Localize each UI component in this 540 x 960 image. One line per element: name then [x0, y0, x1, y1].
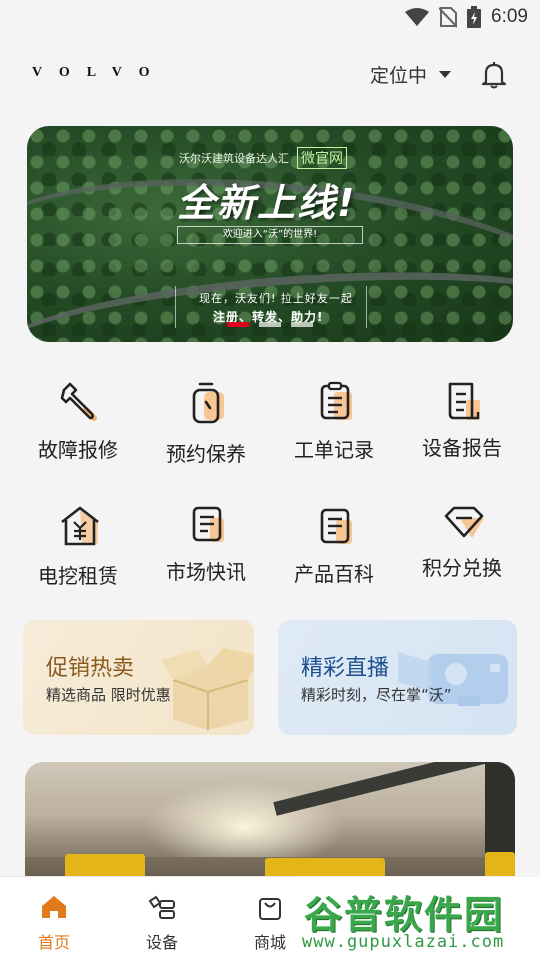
- menu-item-points[interactable]: 积分兑换: [398, 496, 526, 606]
- home-icon: [42, 896, 66, 918]
- book-icon: [320, 508, 352, 544]
- promo-banner[interactable]: 沃尔沃建筑设备达人汇 微官网 全新上线! 欢迎进入“沃”的世界! 现在，沃友们!…: [27, 126, 513, 342]
- no-sim-icon: [439, 7, 458, 28]
- watermark-url: www.gupuxlazai.com: [302, 932, 505, 952]
- live-subtitle: 精彩时刻，尽在掌“沃”: [301, 686, 452, 704]
- report-icon: [448, 382, 480, 420]
- stopwatch-icon: [192, 382, 224, 424]
- clock: 6:09: [491, 6, 528, 27]
- shopping-bag-icon: [259, 898, 281, 920]
- chevron-down-icon: [439, 71, 452, 78]
- diamond-icon: [444, 506, 484, 538]
- location-label: 定位中: [370, 65, 428, 87]
- carousel-indicator: [227, 322, 313, 327]
- rental-house-icon: [61, 506, 99, 546]
- carousel-dot[interactable]: [291, 322, 313, 327]
- carousel-dot[interactable]: [227, 322, 249, 327]
- promo-sale-card[interactable]: 促销热卖 精选商品 限时优惠: [23, 620, 254, 735]
- tab-equipment[interactable]: 设备: [108, 877, 216, 960]
- watermark-title: 谷普软件园: [304, 893, 505, 937]
- video-camera-icon: [398, 652, 508, 706]
- news-icon: [192, 506, 224, 542]
- tab-label: 首页: [37, 933, 70, 952]
- menu-item-report[interactable]: 设备报告: [398, 372, 526, 482]
- menu-label: 设备报告: [422, 436, 502, 460]
- menu-label: 电挖租赁: [38, 564, 118, 588]
- menu-label: 产品百科: [294, 562, 374, 586]
- wrench-icon: [60, 382, 97, 421]
- banner-line1: 现在，沃友们! 拉上好友一起: [199, 292, 353, 305]
- status-bar: 6:09: [0, 0, 540, 36]
- menu-label: 工单记录: [294, 438, 374, 462]
- bell-icon[interactable]: [480, 60, 508, 90]
- banner-subtitle: 沃尔沃建筑设备达人汇: [179, 152, 289, 165]
- gift-box-icon: [161, 648, 254, 730]
- carousel-dot[interactable]: [259, 322, 281, 327]
- promo-title: 促销热卖: [46, 656, 135, 681]
- menu-label: 积分兑换: [422, 556, 502, 580]
- menu-label: 预约保养: [166, 442, 246, 466]
- live-stream-card[interactable]: 精彩直播 精彩时刻，尽在掌“沃”: [278, 620, 517, 735]
- wifi-icon: [405, 8, 430, 26]
- menu-item-rental[interactable]: 电挖租赁: [14, 496, 142, 606]
- menu-item-news[interactable]: 市场快讯: [142, 496, 270, 606]
- location-selector[interactable]: 定位中: [370, 61, 452, 88]
- tab-label: 设备: [145, 933, 178, 952]
- menu-item-maintenance[interactable]: 预约保养: [142, 372, 270, 482]
- banner-welcome: 欢迎进入“沃”的世界!: [177, 226, 363, 244]
- battery-icon: [467, 6, 482, 28]
- live-title: 精彩直播: [301, 656, 390, 681]
- menu-item-repair[interactable]: 故障报修: [14, 372, 142, 482]
- banner-tag: 微官网: [297, 147, 347, 169]
- volvo-logo: VOLVO: [32, 65, 167, 80]
- app-header: VOLVO 定位中: [0, 52, 540, 96]
- menu-item-encyclopedia[interactable]: 产品百科: [270, 496, 398, 606]
- tab-home[interactable]: 首页: [0, 877, 108, 960]
- menu-item-orders[interactable]: 工单记录: [270, 372, 398, 482]
- promo-subtitle: 精选商品 限时优惠: [46, 686, 171, 704]
- site-watermark: 谷普软件园 www.gupuxlazai.com: [296, 876, 540, 960]
- menu-label: 故障报修: [38, 438, 118, 462]
- banner-headline: 全新上线!: [177, 181, 357, 225]
- clipboard-icon: [320, 381, 352, 420]
- equipment-icon: [148, 895, 175, 919]
- menu-label: 市场快讯: [166, 560, 246, 584]
